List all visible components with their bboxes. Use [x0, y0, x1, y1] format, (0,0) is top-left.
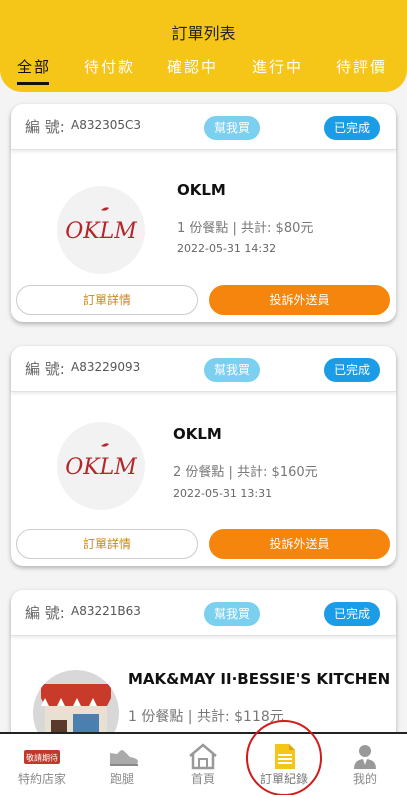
- complain-courier-button[interactable]: 投訴外送員: [209, 529, 390, 559]
- nav-item-home[interactable]: 首頁: [163, 734, 243, 795]
- order-number-label: 編 號:: [25, 604, 65, 622]
- header: 訂單列表 全部 待付款 確認中 進行中 待評價: [0, 0, 407, 92]
- store-icon: 敬請期待: [2, 742, 82, 770]
- order-card[interactable]: 編 號: A83221B63 幫我買 已完成 MAK&MAY II·BESSIE…: [11, 590, 396, 756]
- nav-item-partner-stores[interactable]: 敬請期待 特約店家: [2, 734, 82, 795]
- store-name: MAK&MAY II·BESSIE'S KITCHEN: [128, 670, 391, 688]
- tab-all[interactable]: 全部: [17, 56, 51, 77]
- order-number: A832305C3: [71, 118, 142, 132]
- user-icon: [325, 742, 405, 770]
- order-card-header: 編 號: A83229093 幫我買 已完成: [11, 346, 396, 392]
- nav-label: 跑腿: [109, 772, 134, 786]
- status-badge: 已完成: [324, 602, 380, 626]
- bottom-nav: 敬請期待 特約店家 跑腿 首頁 訂單紀錄 我的: [0, 732, 407, 795]
- nav-item-profile[interactable]: 我的: [325, 734, 405, 795]
- nav-item-errand[interactable]: 跑腿: [82, 734, 162, 795]
- order-number-label: 編 號:: [25, 360, 65, 378]
- order-detail-button[interactable]: 訂單詳情: [16, 285, 198, 315]
- page-title: 訂單列表: [171, 24, 236, 43]
- order-detail-button[interactable]: 訂單詳情: [16, 529, 198, 559]
- order-card-header: 編 號: A83221B63 幫我買 已完成: [11, 590, 396, 636]
- order-date: 2022-05-31 13:31: [173, 487, 273, 500]
- order-card[interactable]: 編 號: A832305C3 幫我買 已完成 OKLM OKLM 1 份餐點 |…: [11, 104, 396, 322]
- help-buy-badge: 幫我買: [204, 358, 260, 382]
- status-tabs: 全部 待付款 確認中 進行中 待評價: [0, 56, 407, 86]
- complain-courier-button[interactable]: 投訴外送員: [209, 285, 390, 315]
- highlight-circle: [246, 720, 322, 795]
- status-badge: 已完成: [324, 116, 380, 140]
- order-number-label: 編 號:: [25, 118, 65, 136]
- order-summary: 1 份餐點 | 共計: $118元: [128, 709, 284, 725]
- order-card-header: 編 號: A832305C3 幫我買 已完成: [11, 104, 396, 150]
- order-card[interactable]: 編 號: A83229093 幫我買 已完成 OKLM OKLM 2 份餐點 |…: [11, 346, 396, 566]
- store-name: OKLM: [177, 181, 226, 199]
- store-logo-text: OKLM: [65, 455, 137, 480]
- active-tab-indicator: [17, 82, 49, 85]
- store-name: OKLM: [173, 425, 222, 443]
- order-summary: 2 份餐點 | 共計: $160元: [173, 465, 318, 480]
- order-summary: 1 份餐點 | 共計: $80元: [177, 221, 314, 236]
- status-badge: 已完成: [324, 358, 380, 382]
- help-buy-badge: 幫我買: [204, 602, 260, 626]
- store-logo-text: OKLM: [65, 219, 137, 244]
- home-icon: [163, 742, 243, 770]
- tab-in-progress[interactable]: 進行中: [252, 56, 303, 77]
- shoe-icon: [82, 742, 162, 770]
- nav-label: 我的: [352, 772, 377, 786]
- store-logo: OKLM: [57, 186, 145, 274]
- tab-confirming[interactable]: 確認中: [167, 56, 218, 77]
- tab-to-review[interactable]: 待評價: [336, 56, 387, 77]
- order-number: A83229093: [71, 360, 141, 374]
- tab-pending-payment[interactable]: 待付款: [84, 56, 135, 77]
- order-date: 2022-05-31 14:32: [177, 242, 277, 255]
- order-number: A83221B63: [71, 604, 141, 618]
- nav-label: 首頁: [190, 772, 215, 786]
- nav-label: 特約店家: [17, 772, 66, 786]
- help-buy-badge: 幫我買: [204, 116, 260, 140]
- store-logo: OKLM: [57, 422, 145, 510]
- coming-soon-badge: 敬請期待: [26, 753, 58, 763]
